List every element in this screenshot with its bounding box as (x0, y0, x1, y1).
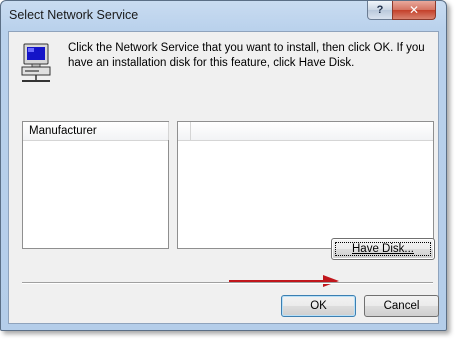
manufacturer-header-label: Manufacturer (29, 125, 97, 137)
column-separator (168, 122, 169, 140)
manufacturer-column-header[interactable]: Manufacturer (23, 122, 169, 141)
ok-button[interactable]: OK (281, 295, 356, 317)
title-bar[interactable]: Select Network Service ? ✕ (1, 1, 446, 31)
column-separator (190, 122, 191, 140)
cancel-button[interactable]: Cancel (364, 295, 439, 317)
help-button[interactable]: ? (367, 1, 393, 20)
network-computer-icon (21, 43, 51, 82)
dialog-title: Select Network Service (9, 8, 139, 22)
dialog-body: Click the Network Service that you want … (8, 31, 439, 324)
red-arrow-annotation (229, 275, 339, 287)
manufacturer-list[interactable]: Manufacturer (22, 121, 169, 249)
focus-indicator (335, 242, 431, 256)
separator-line (22, 282, 433, 284)
select-network-service-dialog: Select Network Service ? ✕ Click the Net… (0, 0, 447, 331)
close-icon: ✕ (408, 3, 420, 17)
have-disk-button[interactable]: Have Disk... (331, 238, 435, 260)
instructions-text: Click the Network Service that you want … (68, 42, 425, 69)
close-button[interactable]: ✕ (392, 1, 436, 20)
network-service-list[interactable] (177, 121, 434, 249)
network-service-column-header[interactable] (178, 122, 433, 141)
help-icon: ? (376, 4, 384, 16)
